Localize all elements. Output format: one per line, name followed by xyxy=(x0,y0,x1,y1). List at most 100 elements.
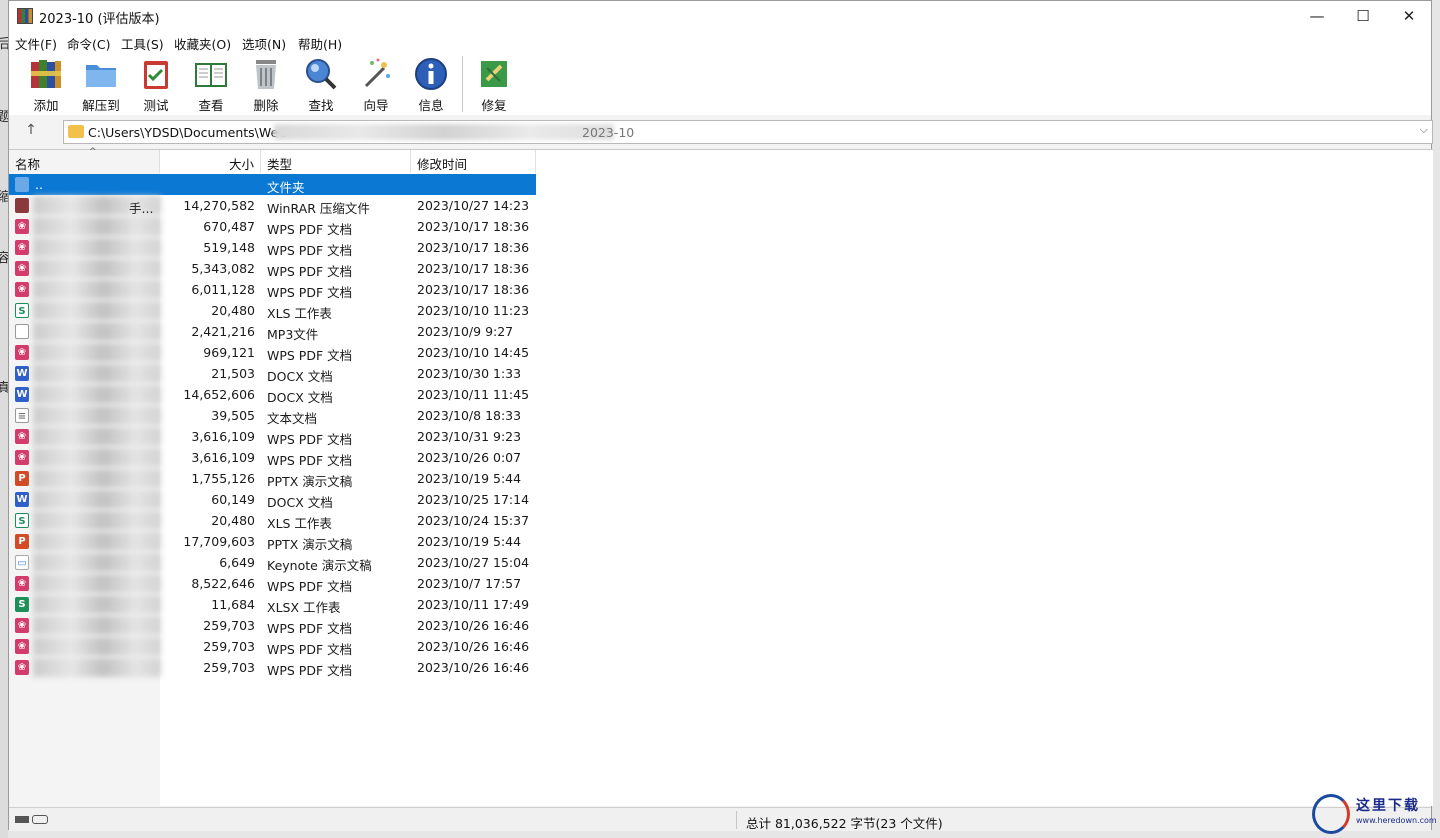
menu-file[interactable]: 文件(F) xyxy=(15,34,57,53)
file-type: 文件夹 xyxy=(267,180,305,195)
table-row[interactable]: 手... 14,270,582 WinRAR 压缩文件 2023/10/27 14:2… xyxy=(9,195,536,216)
chevron-down-icon[interactable]: ⌵ xyxy=(1420,123,1428,137)
find-button[interactable]: 查找 xyxy=(294,56,348,113)
file-size: 21,503 xyxy=(211,366,255,381)
file-size: 969,121 xyxy=(203,345,255,360)
table-row[interactable]: ❀ 8,522,646 WPS PDF 文档 2023/10/7 17:57 xyxy=(9,573,536,594)
table-row[interactable]: P 17,709,603 PPTX 演示文稿 2023/10/19 5:44 xyxy=(9,531,536,552)
menu-command[interactable]: 命令(C) xyxy=(67,34,110,53)
file-type: WPS PDF 文档 xyxy=(267,663,353,678)
file-size: 519,148 xyxy=(203,240,255,255)
file-name: 手... xyxy=(129,201,154,214)
file-name xyxy=(129,429,161,445)
table-row[interactable]: .. 文件夹 xyxy=(9,174,536,195)
table-row[interactable]: ❀ 259,703 WPS PDF 文档 2023/10/26 16:46 xyxy=(9,636,536,657)
file-type: WPS PDF 文档 xyxy=(267,453,353,468)
table-row[interactable]: ❀ 969,121 WPS PDF 文档 2023/10/10 14:45 xyxy=(9,342,536,363)
table-row[interactable]: ❀ 259,703 WPS PDF 文档 2023/10/26 16:46 xyxy=(9,615,536,636)
file-type: Keynote 演示文稿 xyxy=(267,558,372,573)
address-field[interactable]: C:\Users\YDSD\Documents\WeC 2023-10 ⌵ xyxy=(63,120,1433,144)
test-label: 测试 xyxy=(143,98,169,113)
file-list[interactable]: ^ 名称 大小 类型 修改时间 .. 文件夹 手... 14,270,582 WinRA… xyxy=(9,147,1433,807)
pdf-file-icon: ❀ xyxy=(15,261,29,276)
status-bar: 总计 81,036,522 字节(23 个文件) xyxy=(9,807,1431,831)
table-row[interactable]: ▭ 6,649 Keynote 演示文稿 2023/10/27 15:04 xyxy=(9,552,536,573)
file-size: 20,480 xyxy=(211,513,255,528)
table-row[interactable]: ❀ 3,616,109 WPS PDF 文档 2023/10/31 9:23 xyxy=(9,426,536,447)
file-type: WPS PDF 文档 xyxy=(267,579,353,594)
file-name xyxy=(129,240,161,256)
table-row[interactable]: W 14,652,606 DOCX 文档 2023/10/11 11:45 xyxy=(9,384,536,405)
test-button[interactable]: 测试 xyxy=(129,56,183,113)
file-type: WPS PDF 文档 xyxy=(267,432,353,447)
background-window-strip: 后 题 缩 容 真 xyxy=(0,0,10,838)
table-row[interactable]: ≡ 39,505 文本文档 2023/10/8 18:33 xyxy=(9,405,536,426)
file-size: 259,703 xyxy=(203,660,255,675)
file-name xyxy=(129,450,161,466)
file-type: WPS PDF 文档 xyxy=(267,621,353,636)
extract-to-button[interactable]: 解压到 xyxy=(74,56,128,113)
table-row[interactable]: W 21,503 DOCX 文档 2023/10/30 1:33 xyxy=(9,363,536,384)
table-row[interactable]: ❀ 259,703 WPS PDF 文档 2023/10/26 16:46 xyxy=(9,657,536,678)
file-size: 259,703 xyxy=(203,618,255,633)
info-button[interactable]: 信息 xyxy=(404,56,458,113)
wizard-button[interactable]: 向导 xyxy=(349,56,403,113)
up-arrow-icon[interactable]: ↑ xyxy=(21,122,41,140)
minimize-button[interactable]: — xyxy=(1294,1,1340,31)
file-name xyxy=(129,408,161,424)
column-header-name[interactable]: ^ 名称 xyxy=(15,147,160,173)
delete-button[interactable]: 删除 xyxy=(239,56,293,113)
file-size: 3,616,109 xyxy=(191,450,255,465)
file-modified: 2023/10/30 1:33 xyxy=(417,366,522,381)
file-type: DOCX 文档 xyxy=(267,369,333,384)
column-header-type[interactable]: 类型 xyxy=(261,150,411,173)
file-name: .. xyxy=(35,177,43,192)
file-size: 5,343,082 xyxy=(191,261,255,276)
maximize-button[interactable]: ☐ xyxy=(1340,1,1386,31)
menu-tools[interactable]: 工具(S) xyxy=(121,34,164,53)
extract-folder-icon xyxy=(86,65,116,87)
table-row[interactable]: P 1,755,126 PPTX 演示文稿 2023/10/19 5:44 xyxy=(9,468,536,489)
winrar-window: 2023-10 (评估版本) — ☐ ✕ 文件(F) 命令(C) 工具(S) 收… xyxy=(8,0,1433,831)
pptx-file-icon: P xyxy=(15,534,29,549)
file-type: WPS PDF 文档 xyxy=(267,348,353,363)
pdf-file-icon: ❀ xyxy=(15,450,29,465)
close-button[interactable]: ✕ xyxy=(1386,1,1432,31)
repair-button[interactable]: 修复 xyxy=(467,56,521,113)
table-row[interactable]: S 11,684 XLSX 工作表 2023/10/11 17:49 xyxy=(9,594,536,615)
add-button[interactable]: 添加 xyxy=(19,56,73,113)
table-row[interactable]: S 20,480 XLS 工作表 2023/10/24 15:37 xyxy=(9,510,536,531)
drive-icon xyxy=(15,816,29,823)
table-row[interactable]: ❀ 519,148 WPS PDF 文档 2023/10/17 18:36 xyxy=(9,237,536,258)
keynote-file-icon: ▭ xyxy=(15,555,29,570)
file-size: 14,270,582 xyxy=(183,198,255,213)
address-bar: ↑ C:\Users\YDSD\Documents\WeC 2023-10 ⌵ xyxy=(9,115,1433,148)
window-title: 2023-10 (评估版本) xyxy=(39,12,160,27)
address-path-redacted xyxy=(274,124,614,140)
menu-favorites[interactable]: 收藏夹(O) xyxy=(174,34,231,53)
table-row[interactable]: ❀ 6,011,128 WPS PDF 文档 2023/10/17 18:36 xyxy=(9,279,536,300)
menu-help[interactable]: 帮助(H) xyxy=(298,34,342,53)
file-name xyxy=(129,387,161,403)
view-button[interactable]: 查看 xyxy=(184,56,238,113)
table-row[interactable]: ❀ 3,616,109 WPS PDF 文档 2023/10/26 0:07 xyxy=(9,447,536,468)
column-header-modified[interactable]: 修改时间 xyxy=(411,150,536,173)
table-row[interactable]: S 20,480 XLS 工作表 2023/10/10 11:23 xyxy=(9,300,536,321)
file-size: 17,709,603 xyxy=(183,534,255,549)
column-header-size[interactable]: 大小 xyxy=(160,150,261,173)
table-row[interactable]: 2,421,216 MP3文件 2023/10/9 9:27 xyxy=(9,321,536,342)
find-label: 查找 xyxy=(308,98,334,113)
folder-icon xyxy=(68,125,84,138)
file-type: MP3文件 xyxy=(267,327,319,342)
file-type: DOCX 文档 xyxy=(267,495,333,510)
file-modified: 2023/10/10 11:23 xyxy=(417,303,530,318)
file-size: 39,505 xyxy=(211,408,255,423)
blank-file-icon xyxy=(15,324,29,339)
table-row[interactable]: W 60,149 DOCX 文档 2023/10/25 17:14 xyxy=(9,489,536,510)
watermark-title: 这里下载 xyxy=(1356,798,1420,814)
menu-options[interactable]: 选项(N) xyxy=(242,34,286,53)
table-row[interactable]: ❀ 5,343,082 WPS PDF 文档 2023/10/17 18:36 xyxy=(9,258,536,279)
table-row[interactable]: ❀ 670,487 WPS PDF 文档 2023/10/17 18:36 xyxy=(9,216,536,237)
file-modified: 2023/10/17 18:36 xyxy=(417,219,530,234)
file-name xyxy=(129,639,161,655)
